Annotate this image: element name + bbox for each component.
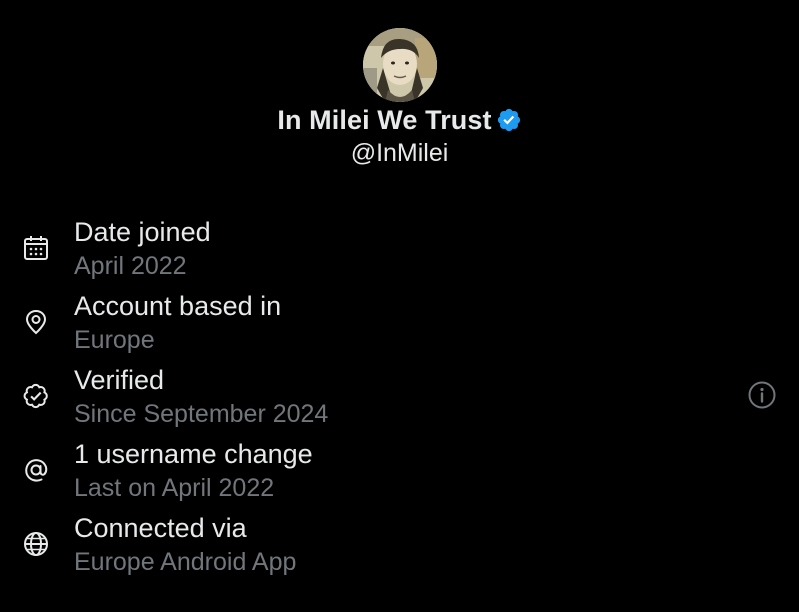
- handle: @InMilei: [350, 139, 449, 167]
- info-title: Connected via: [74, 513, 247, 543]
- info-text: Verified Since September 2024: [74, 362, 328, 430]
- info-circle-icon[interactable]: [747, 380, 777, 410]
- info-row-connected-via: Connected via Europe Android App: [0, 508, 799, 582]
- verified-badge-icon[interactable]: [496, 107, 522, 133]
- info-subtitle: Since September 2024: [74, 400, 329, 428]
- info-text: Connected via Europe Android App: [74, 510, 296, 578]
- at-sign-icon: [25, 459, 48, 482]
- info-subtitle: Last on April 2022: [74, 474, 275, 502]
- calendar-icon: [24, 236, 48, 260]
- info-text: Account based in Europe: [74, 288, 281, 356]
- display-name: In Milei We Trust: [277, 104, 492, 135]
- info-row-username-change: 1 username change Last on April 2022: [0, 434, 799, 508]
- info-row-account-based-in: Account based in Europe: [0, 286, 799, 360]
- avatar[interactable]: [362, 28, 437, 102]
- about-account-page: In Milei We Trust @InMilei Date joined A…: [0, 0, 799, 612]
- info-row-verified: Verified Since September 2024: [0, 360, 799, 434]
- info-subtitle: April 2022: [74, 252, 187, 280]
- info-title: Date joined: [74, 217, 211, 247]
- info-subtitle: Europe: [74, 326, 155, 354]
- info-row-date-joined: Date joined April 2022: [0, 212, 799, 286]
- info-text: 1 username change Last on April 2022: [74, 436, 313, 504]
- info-subtitle: Europe Android App: [74, 548, 297, 576]
- info-title: 1 username change: [74, 439, 313, 469]
- globe-icon: [24, 532, 48, 556]
- account-info-list: Date joined April 2022 Account based in …: [0, 212, 799, 582]
- info-title: Account based in: [74, 291, 282, 321]
- info-title: Verified: [74, 365, 165, 395]
- location-pin-icon: [25, 309, 47, 335]
- info-text: Date joined April 2022: [74, 214, 211, 282]
- name-row: In Milei We Trust: [0, 102, 799, 138]
- profile-header: In Milei We Trust @InMilei: [0, 28, 799, 168]
- verified-badge-outline-icon: [23, 383, 48, 409]
